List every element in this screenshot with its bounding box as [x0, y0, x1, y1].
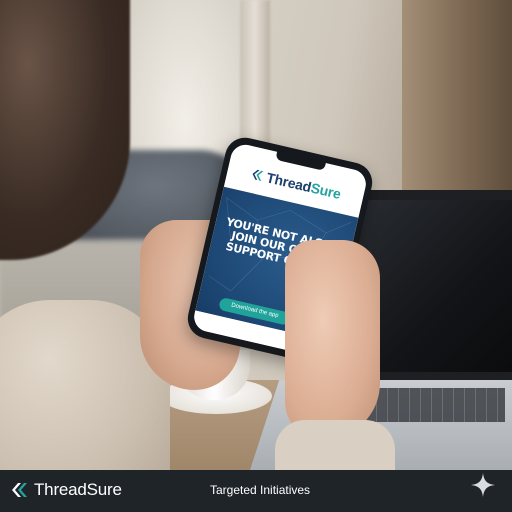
footer-logo: ThreadSure	[10, 480, 122, 500]
threadsure-logo-icon	[252, 169, 264, 181]
right-sleeve	[275, 420, 395, 470]
app-brand-name: ThreadSure	[264, 169, 343, 202]
photo-scene: ThreadSure YOU'RE NOT ALONE. JOIN OUR ON…	[0, 0, 512, 470]
threadsure-logo-icon	[12, 483, 27, 497]
right-hand	[285, 240, 380, 440]
footer-bar: ThreadSure Targeted Initiatives	[0, 470, 512, 512]
footer-tagline: Targeted Initiatives	[210, 483, 311, 497]
sparkle-icon	[471, 473, 495, 497]
footer-brand-name: ThreadSure	[34, 480, 122, 499]
